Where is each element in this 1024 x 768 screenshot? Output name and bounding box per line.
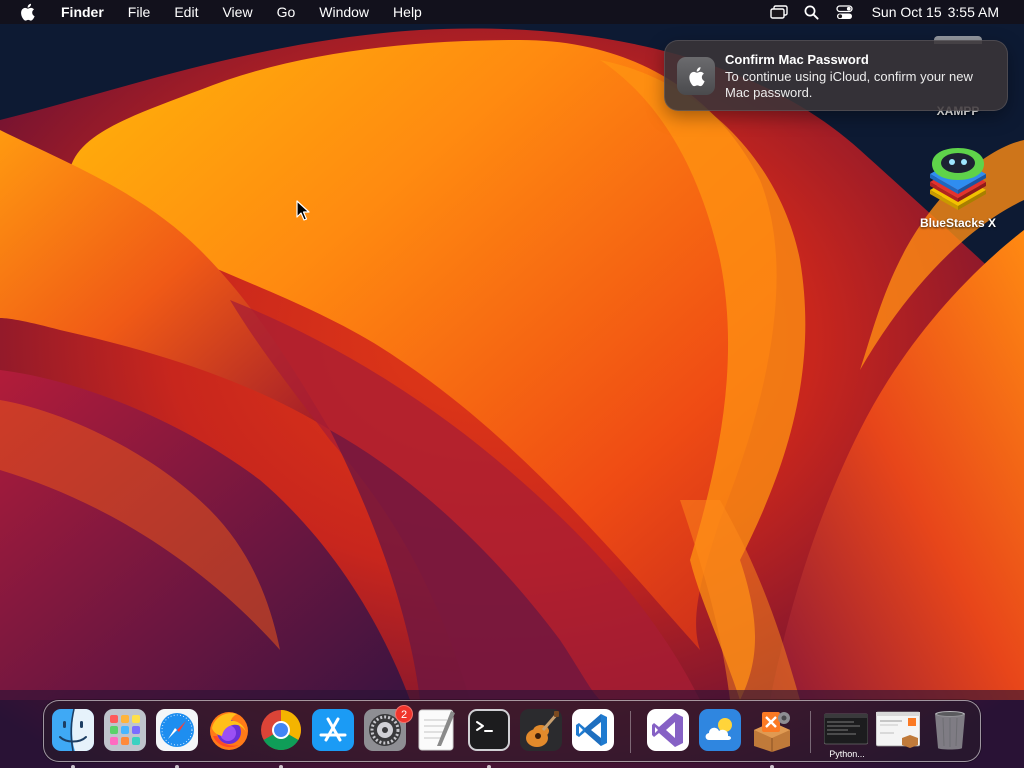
minimized-window-label: Python...	[829, 749, 865, 759]
dock-item-xampp-manager[interactable]	[750, 708, 794, 768]
vscode-icon	[572, 709, 614, 751]
menu-window[interactable]: Window	[307, 0, 381, 24]
dock-item-textedit[interactable]	[415, 708, 459, 752]
bluestacks-icon	[923, 146, 993, 212]
desktop-icon-bluestacks[interactable]: BlueStacks X	[908, 146, 1008, 230]
desktop-wallpaper	[0, 0, 1024, 768]
clock-time: 3:55 AM	[947, 4, 999, 20]
chrome-icon	[261, 710, 301, 750]
dock: 2 Python...	[43, 700, 981, 768]
dock-item-garageband[interactable]	[519, 708, 563, 752]
desktop-icon-label: BlueStacks X	[919, 216, 997, 230]
status-area: Sun Oct 15 3:55 AM	[769, 0, 1024, 24]
textedit-icon	[418, 709, 455, 751]
safari-icon	[156, 709, 198, 751]
weather-icon	[699, 709, 741, 751]
notification-body: To continue using iCloud, confirm your n…	[725, 69, 973, 100]
dock-item-trash[interactable]	[928, 708, 972, 752]
menu-bar: Finder File Edit View Go Window Help Sun…	[0, 0, 1024, 24]
trash-icon	[935, 711, 965, 750]
menu-go[interactable]: Go	[265, 0, 308, 24]
menu-edit[interactable]: Edit	[162, 0, 210, 24]
dock-item-app-store[interactable]	[311, 708, 355, 752]
dock-item-safari[interactable]	[155, 708, 199, 768]
dock-item-visual-studio[interactable]	[646, 708, 690, 752]
garageband-icon	[520, 709, 562, 751]
xampp-manager-icon	[754, 712, 790, 752]
firefox-icon	[210, 712, 248, 750]
apple-logo-icon[interactable]	[17, 2, 37, 22]
control-center-icon[interactable]	[835, 2, 855, 22]
apple-logo-icon	[677, 57, 715, 95]
dock-item-weather[interactable]	[698, 708, 742, 752]
dock-item-vscode[interactable]	[571, 708, 615, 752]
menu-help[interactable]: Help	[381, 0, 434, 24]
menu-clock[interactable]: Sun Oct 15 3:55 AM	[872, 4, 1005, 20]
visual-studio-icon	[647, 709, 689, 751]
menu-file[interactable]: File	[116, 0, 163, 24]
terminal-window-thumbnail-icon	[824, 713, 868, 745]
clock-date: Sun Oct 15	[871, 4, 942, 20]
dock-separator	[810, 711, 811, 753]
terminal-icon	[468, 709, 510, 751]
dock-item-finder[interactable]	[51, 708, 95, 768]
dock-minimized-window-xampp[interactable]	[876, 708, 920, 752]
dock-item-firefox[interactable]	[207, 708, 251, 752]
dock-item-system-settings[interactable]: 2	[363, 705, 413, 752]
finder-icon	[52, 708, 94, 752]
mouse-pointer-icon	[296, 200, 310, 221]
notification-badge: 2	[395, 705, 413, 723]
launchpad-icon	[104, 709, 146, 751]
screen-mirroring-icon[interactable]	[769, 2, 789, 22]
dock-item-launchpad[interactable]	[103, 708, 147, 752]
menu-app-name[interactable]: Finder	[49, 0, 116, 24]
dock-separator	[630, 711, 631, 753]
notification-banner[interactable]: Confirm Mac Password To continue using i…	[664, 40, 1008, 111]
dock-minimized-window-python[interactable]: Python...	[824, 708, 868, 759]
dock-item-chrome[interactable]	[259, 708, 303, 768]
app-store-icon	[312, 709, 354, 751]
spotlight-search-icon[interactable]	[802, 2, 822, 22]
xampp-window-thumbnail-icon	[876, 711, 920, 748]
menu-view[interactable]: View	[210, 0, 264, 24]
dock-item-terminal[interactable]	[467, 708, 511, 768]
notification-title: Confirm Mac Password	[725, 52, 869, 67]
